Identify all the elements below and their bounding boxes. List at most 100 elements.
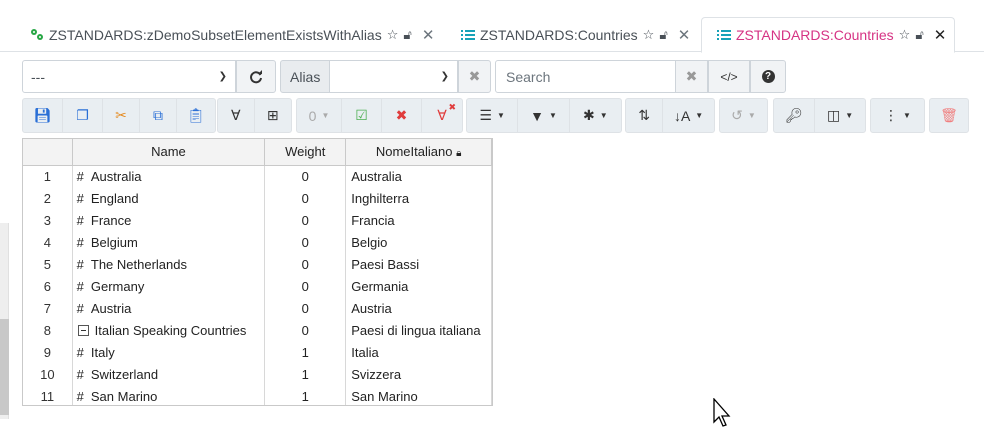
check-button[interactable]: ☑ bbox=[342, 99, 382, 132]
nome-italiano-cell[interactable]: Austria bbox=[345, 297, 492, 319]
copy-icon: ⧉ bbox=[153, 107, 163, 123]
unlock-icon[interactable]: 🔓︎ bbox=[659, 27, 667, 43]
weight-cell[interactable]: 1 bbox=[264, 341, 347, 363]
select-all-button[interactable]: ∀ bbox=[218, 99, 255, 132]
star-icon[interactable]: ☆ bbox=[643, 27, 655, 43]
close-icon[interactable]: ✕ bbox=[678, 26, 691, 44]
table-row[interactable]: 5 # The Netherlands 0 Paesi Bassi bbox=[23, 253, 492, 275]
name-cell[interactable]: # Australia bbox=[72, 165, 266, 187]
name-cell[interactable]: # Switzerland bbox=[72, 363, 266, 385]
clear-alias-button[interactable]: ✖ bbox=[458, 60, 491, 93]
alias-select[interactable]: ❯ bbox=[329, 60, 458, 93]
table-row[interactable]: 10 # Switzerland 1 Svizzera bbox=[23, 363, 492, 385]
wildcard-button[interactable]: ✱ ▼ bbox=[570, 99, 621, 132]
nome-italiano-cell[interactable]: Paesi Bassi bbox=[345, 253, 492, 275]
name-header[interactable]: Name bbox=[72, 139, 266, 166]
name-cell[interactable]: # Austria bbox=[72, 297, 266, 319]
weight-cell[interactable]: 0 bbox=[264, 165, 347, 187]
key-button[interactable]: 🔑︎ bbox=[774, 99, 816, 132]
nome-italiano-cell[interactable]: Paesi di lingua italiana bbox=[345, 319, 492, 341]
nome-italiano-cell[interactable]: Germania bbox=[345, 275, 492, 297]
refresh-button[interactable] bbox=[236, 60, 276, 93]
unlock-icon[interactable]: 🔓︎ bbox=[403, 27, 411, 43]
expand-all-button[interactable]: ⊞ bbox=[255, 99, 292, 132]
name-cell[interactable]: # France bbox=[72, 209, 266, 231]
search-input[interactable]: Search bbox=[495, 60, 676, 93]
more-options-button[interactable]: ⋮ ▼ bbox=[871, 99, 924, 132]
undo-button[interactable]: ↺ ▼ bbox=[720, 99, 767, 132]
clear-search-button[interactable]: ✖ bbox=[675, 60, 708, 93]
lock-icon: 🔒︎ bbox=[456, 148, 462, 160]
collapse-icon[interactable] bbox=[77, 324, 89, 336]
trash-button[interactable]: 🗑︎ bbox=[930, 99, 968, 132]
unlock-icon[interactable]: 🔓︎ bbox=[915, 27, 923, 43]
table-row[interactable]: 2 # England 0 Inghilterra bbox=[23, 187, 492, 209]
weight-cell[interactable]: 0 bbox=[264, 209, 347, 231]
table-row[interactable]: 3 # France 0 Francia bbox=[23, 209, 492, 231]
weight-cell[interactable]: 1 bbox=[264, 385, 347, 405]
code-button[interactable]: </> bbox=[708, 60, 750, 93]
name-cell[interactable]: # The Netherlands bbox=[72, 253, 266, 275]
name-cell[interactable]: # England bbox=[72, 187, 266, 209]
star-icon[interactable]: ☆ bbox=[387, 27, 399, 43]
for-all-icon: ∀ bbox=[230, 107, 241, 123]
weight-cell[interactable]: 0 bbox=[264, 297, 347, 319]
name-cell[interactable]: Italian Speaking Countries bbox=[72, 319, 266, 341]
table-row[interactable]: 9 # Italy 1 Italia bbox=[23, 341, 492, 363]
deselect-all-button[interactable]: ∀ ✖ bbox=[422, 99, 462, 132]
star-icon[interactable]: ☆ bbox=[899, 27, 911, 43]
columns-button[interactable]: ◫ ▼ bbox=[815, 99, 865, 132]
table-row[interactable]: 1 # Australia 0 Australia bbox=[23, 165, 492, 187]
hash-icon: # bbox=[76, 366, 84, 382]
table-row[interactable]: 11 # San Marino 1 San Marino bbox=[23, 385, 492, 405]
paste-button[interactable]: 📋︎ bbox=[177, 99, 215, 132]
filter-button[interactable]: ▼ ▼ bbox=[518, 99, 570, 132]
table-row[interactable]: 7 # Austria 0 Austria bbox=[23, 297, 492, 319]
save-button[interactable]: 💾︎ bbox=[23, 99, 63, 132]
weight-cell[interactable]: 0 bbox=[264, 275, 347, 297]
row-number: 4 bbox=[23, 231, 73, 253]
name-cell[interactable]: # Germany bbox=[72, 275, 266, 297]
delete-selection-button[interactable]: ✖ bbox=[382, 99, 422, 132]
cut-button[interactable]: ✂ bbox=[103, 99, 140, 132]
weight-cell[interactable]: 0 bbox=[264, 253, 347, 275]
selection-count-button[interactable]: 0 ▼ bbox=[297, 99, 342, 132]
weight-cell[interactable]: 1 bbox=[264, 363, 347, 385]
weight-cell[interactable]: 0 bbox=[264, 319, 347, 341]
close-icon[interactable]: ✕ bbox=[934, 26, 947, 44]
nome-italiano-cell[interactable]: Francia bbox=[345, 209, 492, 231]
tab-countries-active[interactable]: ZSTANDARDS:Countries ☆ 🔓︎ ✕ bbox=[701, 17, 955, 53]
table-row[interactable]: 6 # Germany 0 Germania bbox=[23, 275, 492, 297]
table-row[interactable]: 4 # Belgium 0 Belgio bbox=[23, 231, 492, 253]
subset-select[interactable]: --- ❯ bbox=[22, 60, 236, 93]
name-cell[interactable]: # Italy bbox=[72, 341, 266, 363]
nome-italiano-cell[interactable]: San Marino bbox=[345, 385, 492, 405]
table-row[interactable]: 8 Italian Speaking Countries 0 Paesi di … bbox=[23, 319, 492, 341]
nome-italiano-cell[interactable]: Australia bbox=[345, 165, 492, 187]
scrollbar-thumb[interactable] bbox=[0, 319, 9, 415]
left-scrollbar[interactable] bbox=[0, 223, 9, 419]
weight-cell[interactable]: 0 bbox=[264, 187, 347, 209]
sort-hierarchy-button[interactable]: ⇅ bbox=[626, 99, 664, 132]
duplicate-button[interactable]: ❐ bbox=[63, 99, 103, 132]
hash-icon: # bbox=[76, 256, 84, 272]
columns-icon: ◫ bbox=[826, 107, 841, 123]
tab-countries[interactable]: ZSTANDARDS:Countries ☆ 🔓︎ ✕ bbox=[461, 17, 690, 52]
copy-button[interactable]: ⧉ bbox=[140, 99, 177, 132]
close-icon[interactable]: ✕ bbox=[422, 26, 435, 44]
nome-italiano-cell[interactable]: Belgio bbox=[345, 231, 492, 253]
name-cell[interactable]: # Belgium bbox=[72, 231, 266, 253]
name-cell[interactable]: # San Marino bbox=[72, 385, 266, 405]
tab-subset-alias[interactable]: ZSTANDARDS:zDemoSubsetElementExistsWithA… bbox=[30, 17, 434, 52]
help-button[interactable]: ? bbox=[750, 60, 786, 93]
nome-italiano-cell[interactable]: Svizzera bbox=[345, 363, 492, 385]
list-options-button[interactable]: ☰ ▼ bbox=[467, 99, 519, 132]
sort-alpha-button[interactable]: ↓A ▼ bbox=[663, 99, 714, 132]
nome-italiano-header[interactable]: NomeItaliano 🔒︎ bbox=[345, 139, 492, 166]
sort-numeric-icon: ⇅ bbox=[638, 107, 650, 123]
weight-cell[interactable]: 0 bbox=[264, 231, 347, 253]
nome-italiano-cell[interactable]: Italia bbox=[345, 341, 492, 363]
weight-header[interactable]: Weight bbox=[264, 139, 347, 166]
nome-italiano-cell[interactable]: Inghilterra bbox=[345, 187, 492, 209]
toolbar-group-sort: ⇅ ↓A ▼ bbox=[625, 98, 715, 133]
